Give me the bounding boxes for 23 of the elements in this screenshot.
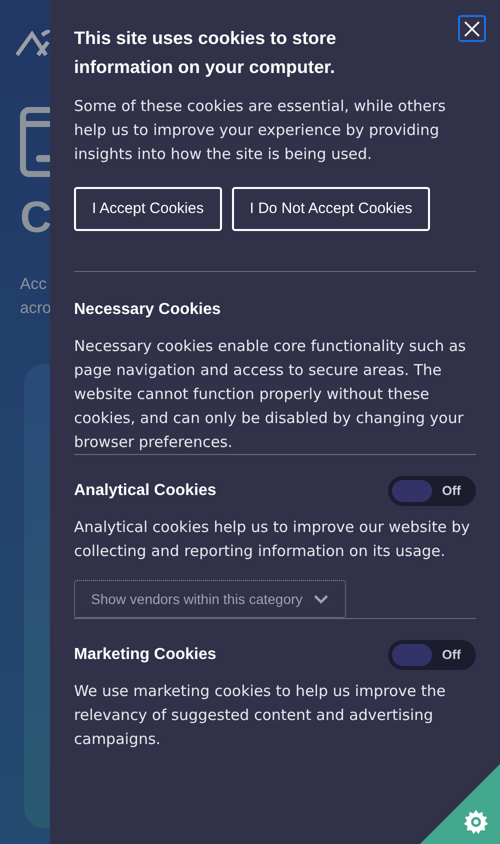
- chevron-down-icon: [312, 594, 329, 604]
- intro-text: Some of these cookies are essential, while others help us to improve your experience by providing insights into how the site is being used.: [74, 96, 447, 165]
- section-description: Analytical cookies help us to improve our website by collecting and reporting information on its usage.: [74, 517, 471, 562]
- dialog-title: This site uses cookies to store information on your computer.: [74, 27, 338, 79]
- toggle-label: Off: [442, 483, 461, 499]
- toggle-switch[interactable]: Off: [388, 640, 476, 670]
- toggle-switch[interactable]: Off: [388, 476, 476, 506]
- close-icon: [464, 20, 480, 36]
- section-title: Analytical Cookies: [74, 481, 216, 501]
- decline-button[interactable]: I Do Not Accept Cookies: [232, 187, 430, 231]
- section-title: Marketing Cookies: [74, 645, 216, 665]
- page-text: Acc: [20, 277, 47, 293]
- toggle-label: Off: [442, 647, 461, 663]
- section-title: Necessary Cookies: [74, 300, 221, 320]
- logo-icon: [16, 30, 50, 56]
- vendors-button[interactable]: Show vendors within this category: [74, 580, 346, 618]
- section-description: We use marketing cookies to help us improve the relevancy of suggested content and advertising campaigns.: [74, 681, 447, 750]
- gear-icon: [464, 810, 488, 834]
- section-description: Necessary cookies enable core functionality such as page navigation and access to secure areas. The website cannot function properly without these cookies, and can only be disabled by changing your browser preferences.: [74, 336, 467, 453]
- page-heading: C: [20, 196, 52, 240]
- page-text: acro: [20, 301, 52, 317]
- accept-button[interactable]: I Accept Cookies: [74, 187, 222, 231]
- close-button[interactable]: [458, 15, 486, 42]
